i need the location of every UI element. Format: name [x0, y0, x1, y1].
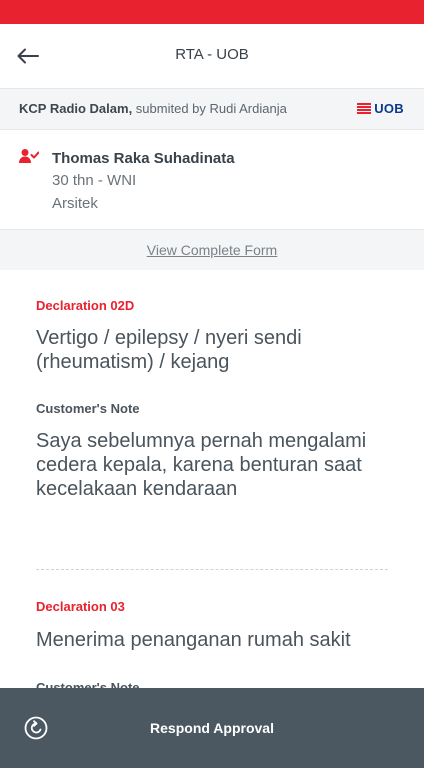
declarations-list[interactable]: Declaration 02D Vertigo / epilepsy / nye… [0, 270, 424, 688]
submission-text: KCP Radio Dalam, submited by Rudi Ardian… [19, 101, 287, 116]
respond-approval-bar[interactable]: Respond Approval [0, 688, 424, 768]
declaration-question: Menerima penanganan rumah sakit [36, 629, 351, 651]
submission-info: KCP Radio Dalam, submited by Rudi Ardian… [0, 89, 424, 130]
uob-logo: UOB [357, 101, 404, 116]
customer-note-label: Customer's Note [36, 401, 140, 416]
section-divider [36, 569, 388, 570]
branch-name: KCP Radio Dalam, [19, 101, 133, 116]
submitted-by: submited by Rudi Ardianja [132, 101, 287, 116]
app-bar: RTA - UOB [0, 24, 424, 89]
declaration-label: Declaration 02D [36, 298, 135, 313]
customer-name: Thomas Raka Suhadinata [52, 150, 235, 167]
status-bar [0, 0, 424, 24]
view-form-row: View Complete Form [0, 230, 424, 270]
customer-note-label: Customer's Note [36, 680, 140, 688]
customer-card: Thomas Raka Suhadinata 30 thn - WNI Arsi… [0, 130, 424, 230]
respond-approval-button[interactable]: Respond Approval [0, 720, 424, 736]
customer-age-nationality: 30 thn - WNI [52, 172, 137, 189]
view-complete-form-link[interactable]: View Complete Form [147, 242, 277, 258]
uob-logo-mark [357, 102, 372, 115]
declaration-label: Declaration 03 [36, 599, 125, 614]
declaration-question: Vertigo / epilepsy / nyeri sendi (rheuma… [36, 327, 302, 373]
uob-logo-text: UOB [374, 101, 404, 116]
page-title: RTA - UOB [175, 46, 249, 63]
customer-occupation: Arsitek [52, 195, 98, 212]
customer-note: Saya sebelumnya pernah mengalami cedera … [36, 430, 367, 500]
user-check-icon [19, 149, 39, 163]
